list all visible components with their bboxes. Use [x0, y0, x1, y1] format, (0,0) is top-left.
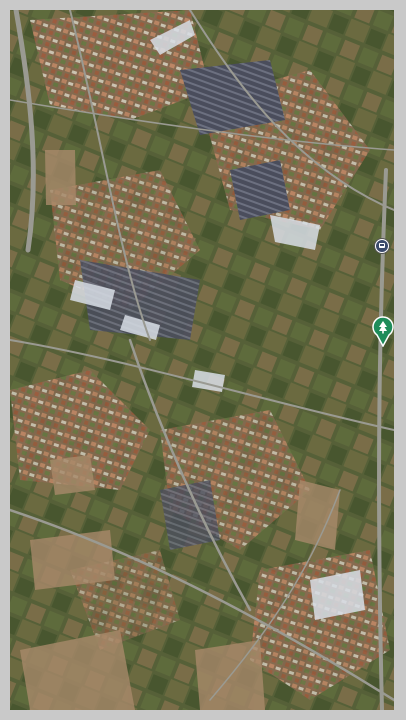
- park-pin-marker[interactable]: [371, 315, 394, 347]
- bus-stop-marker[interactable]: [374, 238, 390, 254]
- aerial-map[interactable]: [10, 10, 394, 710]
- bus-stop-icon: [376, 240, 388, 252]
- park-pin-icon: [372, 316, 394, 347]
- map-view[interactable]: [10, 10, 394, 710]
